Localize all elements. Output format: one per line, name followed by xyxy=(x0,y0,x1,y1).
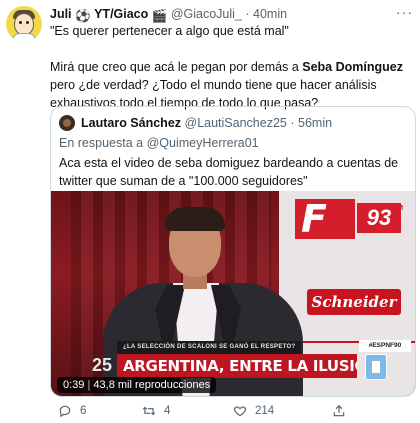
retweet-count: 4 xyxy=(164,405,171,417)
program-hashtag: #ESPNF90 xyxy=(359,340,411,352)
reply-button[interactable]: 6 xyxy=(58,402,86,420)
studio-logo-fm: FM xyxy=(393,205,404,212)
like-count: 214 xyxy=(255,405,275,417)
lower-third-number: 25 xyxy=(91,355,113,375)
quoted-display-name[interactable]: Lautaro Sánchez xyxy=(81,116,181,130)
reply-prefix: En respuesta a xyxy=(59,136,144,150)
video-separator: | xyxy=(87,379,91,391)
lower-third-question: ¿LA SELECCIÓN DE SCALONI SE GANÓ EL RESP… xyxy=(117,341,302,354)
more-options-icon[interactable]: ··· xyxy=(396,4,413,20)
user-avatar[interactable] xyxy=(6,6,42,42)
tweet-text-bold: Seba Domínguez xyxy=(302,60,403,74)
display-name-suffix[interactable]: YT/Giaco xyxy=(94,7,148,21)
reply-icon xyxy=(59,405,71,418)
video-views: 43,8 mil reproducciones xyxy=(93,379,211,391)
reply-count: 6 xyxy=(80,405,87,417)
separator-dot: · xyxy=(245,7,250,21)
tweet-timestamp[interactable]: 40min xyxy=(253,7,287,21)
tweet[interactable]: Juli ⚽ YT/Giaco 🎬 @GiacoJuli_ · 40min ··… xyxy=(0,0,420,423)
quoted-user-handle[interactable]: @LautiSanchez25 xyxy=(185,116,287,130)
display-name[interactable]: Juli xyxy=(50,7,72,21)
video-time: 0:39 xyxy=(63,379,85,391)
share-button[interactable] xyxy=(332,402,346,420)
user-handle[interactable]: @GiacoJuli_ xyxy=(171,7,242,21)
reply-mention-link[interactable]: @QuimeyHerrera01 xyxy=(147,136,259,150)
quoted-tweet[interactable]: Lautaro Sánchez @LautiSanchez25 · 56min … xyxy=(50,106,416,397)
afa-badge-icon xyxy=(365,354,387,380)
quoted-user-avatar[interactable] xyxy=(59,115,75,131)
video-player[interactable]: F 93 FM Schneider ¿LA SELECCIÓN DE SCALO… xyxy=(51,191,415,396)
heart-icon xyxy=(233,406,247,417)
video-duration-badge: 0:39 | 43,8 mil reproducciones xyxy=(57,377,217,393)
studio-logo: F xyxy=(301,197,327,241)
quoted-tweet-text: Aca esta el video de seba domiguez barde… xyxy=(59,156,399,188)
quoted-tweet-timestamp[interactable]: 56min xyxy=(298,116,332,130)
action-bar: 6 4 214 xyxy=(50,402,416,420)
like-button[interactable]: 214 xyxy=(233,402,274,420)
tweet-text-part: Mirá que creo que acá le pegan por demás… xyxy=(50,60,303,74)
tweet-text-line-1: "Es querer pertenecer a algo que está ma… xyxy=(50,24,289,38)
lower-third-headline: ARGENTINA, ENTRE LA ILUSIÓN Y LA CORDURA xyxy=(117,354,357,378)
separator-dot: · xyxy=(290,116,295,130)
retweet-icon xyxy=(142,406,156,416)
reply-context: En respuesta a @QuimeyHerrera01 xyxy=(59,135,259,151)
retweet-button[interactable]: 4 xyxy=(142,402,170,420)
sponsor-logo: Schneider xyxy=(307,289,401,315)
quoted-tweet-header: Lautaro Sánchez @LautiSanchez25 · 56min xyxy=(81,115,332,131)
share-icon xyxy=(333,404,345,417)
tweet-text-line-2: Mirá que creo que acá le pegan por demás… xyxy=(50,58,420,112)
